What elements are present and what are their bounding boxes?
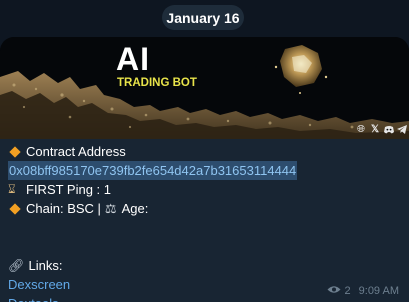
chain-line: Chain: BSC | ⚖︎ Age:	[8, 199, 403, 218]
date-separator: January 16	[162, 5, 244, 30]
banner-image[interactable]: AI TRADING BOT 🌐︎ 𝕏	[0, 37, 409, 139]
orange-diamond-icon	[9, 145, 21, 158]
message-bubble: AI TRADING BOT 🌐︎ 𝕏 Contract Address 0x0…	[0, 37, 409, 302]
globe-icon: 🌐︎	[357, 124, 365, 135]
view-count: 2	[344, 285, 351, 297]
dexscreen-link[interactable]: Dexscreen	[8, 275, 70, 294]
first-ping-text: FIRST Ping : 1	[26, 182, 112, 197]
banner-title: AI	[116, 41, 150, 77]
contract-label-line: Contract Address	[8, 142, 403, 161]
eye-icon	[327, 285, 341, 297]
hourglass-icon: ⌛︎	[8, 182, 16, 196]
x-icon: 𝕏	[371, 124, 380, 135]
message-text: Contract Address 0x08bff985170e739fb2fe6…	[8, 142, 403, 302]
chain-text: Chain: BSC |	[26, 201, 101, 216]
banner-subtitle: TRADING BOT	[117, 77, 197, 89]
message-meta: 2 9:09 AM	[327, 285, 399, 297]
orange-diamond-icon	[9, 202, 21, 215]
contract-address[interactable]: 0x08bff985170e739fb2fe654d42a7b316531144…	[8, 161, 298, 180]
banner-artwork	[0, 37, 409, 139]
links-label: Links:	[28, 258, 63, 273]
link-icon: 🔗︎	[8, 258, 25, 273]
scales-icon: ⚖︎	[104, 201, 117, 216]
dextools-link[interactable]: Dextools	[8, 294, 59, 302]
contract-address-line: 0x08bff985170e739fb2fe654d42a7b316531144…	[8, 161, 403, 180]
age-text: Age:	[121, 201, 149, 216]
first-ping-line: ⌛︎ FIRST Ping : 1	[8, 180, 403, 199]
links-label-line: 🔗︎ Links:	[8, 256, 403, 275]
message-time: 9:09 AM	[358, 285, 399, 297]
contract-label: Contract Address	[26, 144, 126, 159]
